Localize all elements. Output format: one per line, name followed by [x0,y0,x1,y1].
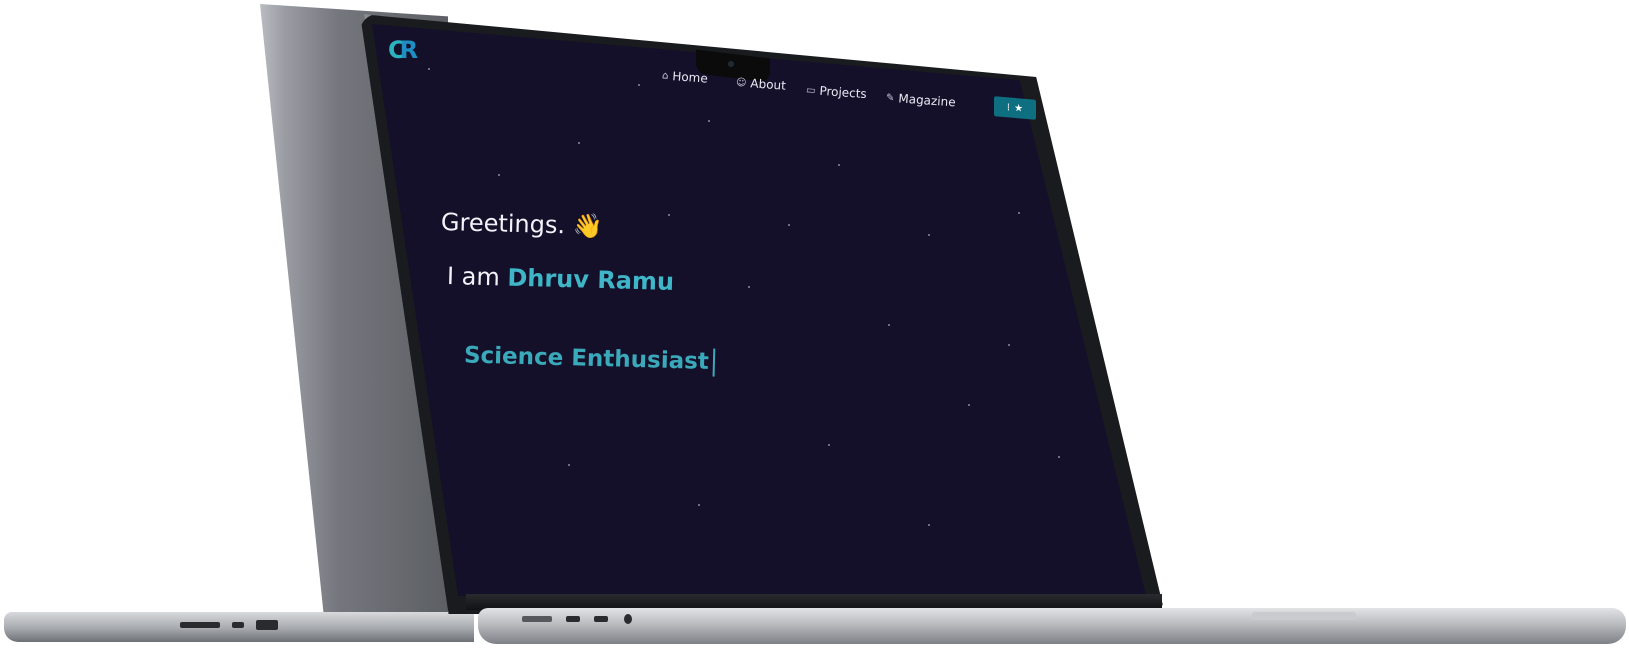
logo-letter-r: R [399,36,419,64]
star [1008,344,1010,346]
projects-icon: ▭ [805,84,816,97]
intro-text: I am [446,262,501,292]
user-icon: ☺ [735,76,747,89]
greeting-text: Greetings. [440,208,566,240]
logo-letter-c: C [388,36,405,64]
thunderbolt-port [566,616,580,622]
star [578,142,580,144]
hero-name: Dhruv Ramu [507,263,675,296]
usb-port [232,622,244,628]
star [668,214,670,216]
sd-slot [180,622,220,628]
wave-icon: 👋 [572,211,603,241]
star [838,164,840,166]
hero-greeting: Greetings. 👋 [441,208,603,240]
star [498,174,500,176]
star [638,84,640,86]
star [888,324,890,326]
front-laptop-base [478,608,1626,644]
nav-home-label: Home [671,69,709,86]
back-laptop-base [4,612,474,642]
headphone-jack [624,614,632,624]
star [788,224,790,226]
hero-intro: I am Dhruv Ramu [447,262,675,296]
sun-icon: ⁞ [1006,101,1011,114]
star [1128,384,1130,386]
nav-about-label: About [749,76,787,93]
site-logo[interactable]: CR [388,36,419,64]
magsafe-port [522,616,552,622]
star [1018,212,1020,214]
hdmi-port [256,620,278,630]
star-icon: ★ [1014,102,1024,115]
star [828,444,830,446]
home-icon: ⌂ [661,69,669,82]
theme-toggle-button[interactable]: ⁞ ★ [994,96,1036,120]
trackpad-edge [1252,612,1356,620]
role-text: Science Enthusiast [463,342,710,375]
magazine-icon: ✎ [885,92,895,104]
laptop-mockup: CR ⌂ Home ☺ About ▭ Projects ✎ Magazine … [0,0,1629,658]
star [928,524,930,526]
star [928,234,930,236]
star [428,68,430,70]
star [1058,456,1060,458]
star [698,504,700,506]
star [708,120,710,122]
star [568,464,570,466]
camera-icon [728,61,734,67]
star [748,286,750,288]
thunderbolt-port [594,616,608,622]
star [968,404,970,406]
